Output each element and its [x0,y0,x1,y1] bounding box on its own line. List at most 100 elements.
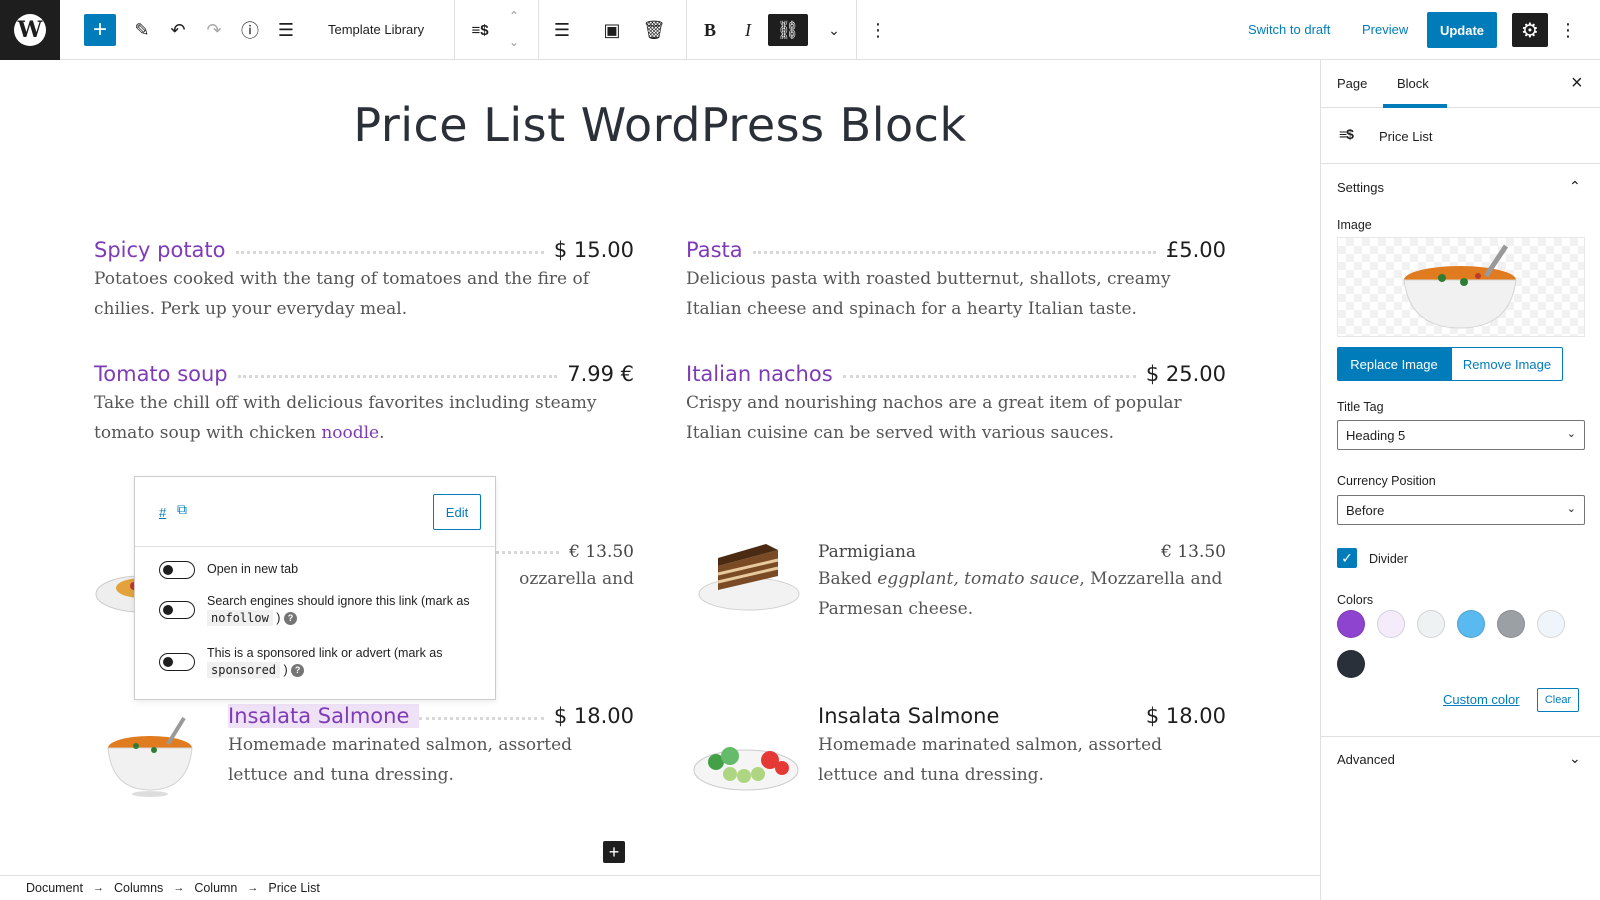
item-price[interactable]: 7.99 € [557,362,634,386]
nofollow-toggle[interactable] [159,601,195,619]
tab-page[interactable]: Page [1337,76,1367,91]
item-price[interactable]: £5.00 [1155,238,1226,262]
more-rich-text-chevron-down-icon[interactable]: ⌄ [818,14,850,46]
wordpress-logo[interactable]: W [0,0,60,60]
price-item[interactable]: Insalata Salmone $ 18.00 Homemade marina… [228,698,634,790]
item-name[interactable]: Parmigiana [818,542,927,562]
close-icon[interactable]: × [1571,72,1583,95]
image-icon[interactable]: ▣ [596,14,628,46]
editor-canvas: Price List WordPress Block Spicy potato … [0,60,1320,875]
color-swatch[interactable] [1497,610,1525,638]
unlink-icon[interactable]: ⛓ [768,14,808,46]
item-description[interactable]: Delicious pasta with roasted butternut, … [686,264,1226,324]
price-item[interactable]: Pasta £5.00 Delicious pasta with roasted… [686,232,1226,324]
more-options-icon[interactable]: ⋮ [866,14,890,46]
item-description[interactable]: Take the chill off with delicious favori… [94,388,634,448]
move-down-icon[interactable]: ⌄ [502,32,526,52]
item-name[interactable]: Spicy potato [94,238,236,262]
options-menu-icon[interactable]: ⋮ [1556,14,1580,46]
italic-button[interactable]: I [732,14,764,46]
bold-button[interactable]: B [694,14,726,46]
item-name[interactable]: Insalata Salmone [818,704,1010,728]
advanced-panel-title[interactable]: Advanced [1337,752,1395,767]
breadcrumb-item[interactable]: Price List [268,881,319,895]
item-price[interactable]: € 13.50 [1151,542,1226,562]
price-item[interactable]: Parmigiana € 13.50 Baked eggplant, tomat… [818,532,1226,624]
item-name[interactable]: Italian nachos [686,362,843,386]
item-price[interactable]: $ 18.00 [1135,704,1226,728]
item-description[interactable]: Baked eggplant, tomato sauce, Mozzarella… [818,564,1226,624]
chevron-up-icon[interactable]: ⌃ [1569,178,1581,195]
salad-plate-image[interactable] [690,720,802,800]
item-name[interactable]: Insalata Salmone [228,704,420,728]
item-name[interactable]: Tomato soup [94,362,238,386]
color-swatch[interactable] [1537,610,1565,638]
arrow-right-icon: → [92,882,104,894]
redo-icon[interactable]: ↷ [198,14,230,46]
help-icon[interactable]: ? [291,664,305,678]
item-description[interactable]: Homemade marinated salmon, assorted lett… [818,730,1226,790]
settings-gear-icon[interactable]: ⚙ [1512,13,1548,47]
color-swatch[interactable] [1417,610,1445,638]
info-icon[interactable]: ⓘ [234,14,266,46]
price-item[interactable]: Spicy potato $ 15.00 Potatoes cooked wit… [94,232,634,324]
page-title[interactable]: Price List WordPress Block [0,98,1320,152]
top-toolbar: W + ✎ ↶ ↷ ⓘ ☰ Template Library ≡$ ⌃ ⌄ ☰ … [0,0,1600,60]
chevron-down-icon[interactable]: ⌄ [1569,750,1581,767]
price-list-block-icon[interactable]: ≡$ [462,14,498,46]
external-link-icon[interactable]: ⧉ [177,501,187,518]
color-swatch[interactable] [1337,650,1365,678]
add-block-plus-icon[interactable]: + [603,841,625,863]
replace-image-button[interactable]: Replace Image [1337,347,1451,381]
edit-link-button[interactable]: Edit [433,494,481,530]
help-icon[interactable]: ? [283,612,297,626]
color-swatch[interactable] [1337,610,1365,638]
image-preview[interactable] [1337,237,1585,337]
breadcrumb: Document → Columns → Column → Price List [0,875,1320,900]
item-name[interactable]: Pasta [686,238,753,262]
breadcrumb-item[interactable]: Columns [114,881,163,895]
price-item[interactable]: Insalata Salmone $ 18.00 Homemade marina… [818,698,1226,790]
price-item[interactable]: Italian nachos $ 25.00 Crispy and nouris… [686,356,1226,448]
currency-position-select[interactable]: Before ⌄ [1337,495,1585,525]
sponsored-toggle[interactable] [159,653,195,671]
switch-to-draft-button[interactable]: Switch to draft [1248,22,1330,37]
custom-color-link[interactable]: Custom color [1443,692,1520,707]
move-up-icon[interactable]: ⌃ [502,6,526,26]
edit-pencil-icon[interactable]: ✎ [126,14,158,46]
settings-panel-title[interactable]: Settings [1337,180,1384,195]
link-url[interactable]: # [159,505,166,520]
clear-color-button[interactable]: Clear [1537,688,1579,712]
item-description[interactable]: Potatoes cooked with the tang of tomatoe… [94,264,634,324]
divider-checkbox[interactable]: ✓ [1337,548,1357,568]
color-swatch[interactable] [1457,610,1485,638]
image-label: Image [1337,218,1372,232]
wordpress-icon: W [14,14,46,46]
item-description[interactable]: Crispy and nourishing nachos are a great… [686,388,1226,448]
price-item[interactable]: Tomato soup 7.99 € Take the chill off wi… [94,356,634,448]
open-new-tab-toggle[interactable] [159,561,195,579]
list-view-icon[interactable]: ☰ [270,14,302,46]
add-block-button[interactable]: + [84,14,116,46]
soup-bowl-image[interactable] [102,710,198,800]
item-price[interactable]: $ 15.00 [543,238,634,262]
preview-button[interactable]: Preview [1362,22,1408,37]
item-price[interactable]: $ 25.00 [1135,362,1226,386]
align-icon[interactable]: ☰ [546,14,578,46]
trash-icon[interactable]: 🗑 [638,14,670,46]
template-library-button[interactable]: Template Library [328,22,424,37]
undo-icon[interactable]: ↶ [162,14,194,46]
item-description[interactable]: Homemade marinated salmon, assorted lett… [228,730,634,790]
title-tag-select[interactable]: Heading 5 ⌄ [1337,420,1585,450]
item-price[interactable]: € 13.50 [559,542,634,562]
tab-block[interactable]: Block [1397,76,1429,91]
update-button[interactable]: Update [1427,12,1497,48]
color-swatch[interactable] [1377,610,1405,638]
currency-position-label: Currency Position [1337,474,1436,488]
breadcrumb-item[interactable]: Document [26,881,83,895]
item-price[interactable]: $ 18.00 [543,704,634,728]
breadcrumb-item[interactable]: Column [194,881,237,895]
remove-image-button[interactable]: Remove Image [1451,347,1563,381]
cake-plate-image[interactable] [694,528,804,618]
noodle-link[interactable]: noodle [321,423,379,443]
